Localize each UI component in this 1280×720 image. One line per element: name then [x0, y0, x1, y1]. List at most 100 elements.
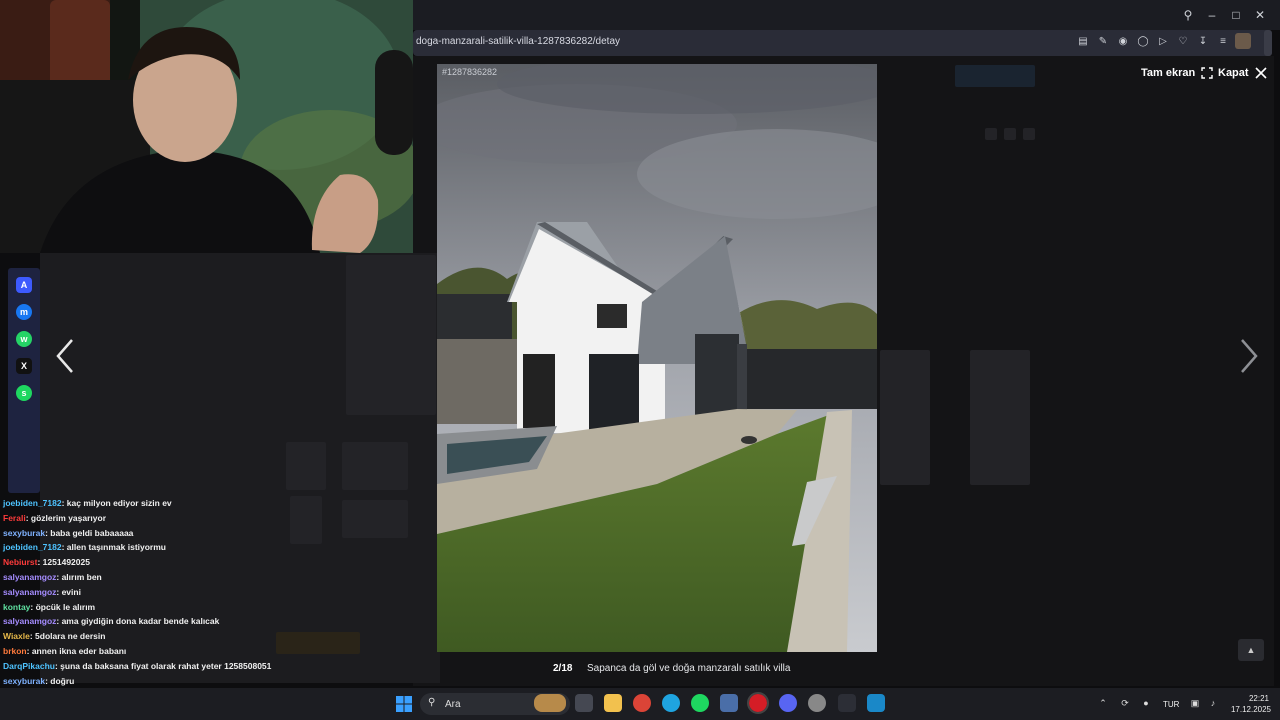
share-icon-backdrop [1023, 128, 1035, 140]
chat-username[interactable]: Wiaxle [3, 631, 30, 641]
chat-username[interactable]: kontay [3, 602, 30, 612]
stream-chat: joebiden_7182: kaç milyon ediyor sizin e… [0, 486, 300, 720]
fullscreen-label: Tam ekran [1141, 67, 1196, 79]
search-highlight-image [534, 694, 566, 712]
ad-backdrop [970, 350, 1030, 485]
thumbnail [342, 442, 408, 490]
chat-text: : 1251492025 [37, 557, 90, 568]
chrome-icon[interactable] [633, 694, 651, 712]
app-store-icon[interactable]: A [16, 277, 32, 293]
webcam-overlay [0, 0, 413, 253]
ad-backdrop [880, 350, 930, 485]
close-icon [1254, 67, 1267, 79]
chat-username[interactable]: joebiden_7182 [3, 542, 62, 552]
chat-text: : annen ikna eder babanı [26, 646, 127, 656]
obs-icon[interactable] [808, 694, 826, 712]
heart-icon[interactable]: ♡ [1176, 36, 1190, 47]
play-icon[interactable]: ▷ [1156, 36, 1170, 47]
discord-icon[interactable] [779, 694, 797, 712]
edge-icon[interactable] [662, 694, 680, 712]
close-lightbox-button[interactable]: Kapat [1218, 67, 1267, 79]
chevron-up-icon[interactable]: ⌃ [1097, 698, 1109, 709]
notepad-icon[interactable] [867, 694, 885, 712]
profile-avatar[interactable] [1235, 33, 1251, 49]
spotify-icon[interactable]: s [16, 385, 32, 401]
chat-message: Wiaxle: 5dolara ne dersin [3, 631, 105, 642]
chat-text: : öpcük le alırım [30, 601, 96, 612]
fullscreen-icon [1201, 67, 1213, 79]
chat-text: : allen taşınmak istiyormu [61, 542, 166, 553]
language-indicator[interactable]: TUR [1163, 700, 1179, 709]
chat-text: : ama giydiğin dona kadar bende kalıcak [56, 616, 220, 627]
chat-username[interactable]: Ferali [3, 513, 26, 523]
chat-message: salyanamgoz: alırım ben [3, 572, 102, 583]
photo-caption: Sapanca da göl ve doğa manzaralı satılık… [587, 663, 791, 674]
chat-text: : evini [56, 586, 81, 597]
edit-icon[interactable]: ✎ [1096, 36, 1110, 47]
scroll-top-button[interactable]: ▲ [1238, 639, 1264, 661]
social-share-bar [8, 268, 40, 493]
game-launcher-icon[interactable] [720, 694, 738, 712]
chat-message: salyanamgoz: ama giydiğin dona kadar ben… [3, 616, 219, 627]
microphone-icon[interactable]: ● [1140, 698, 1152, 708]
close-label: Kapat [1218, 67, 1249, 79]
shield-icon[interactable]: ◯ [1136, 36, 1150, 47]
task-view-icon[interactable] [575, 694, 593, 712]
split-view-icon[interactable]: ▤ [1076, 36, 1090, 47]
browser-search-icon[interactable]: ⚲ [1181, 8, 1195, 22]
chat-username[interactable]: sexyburak [3, 676, 45, 686]
network-icon[interactable]: ▣ [1189, 698, 1201, 709]
chat-text: : baba geldi babaaaaa [45, 527, 134, 538]
chevron-right-icon [1241, 339, 1258, 373]
menu-icon[interactable]: ≡ [1216, 36, 1230, 47]
chat-username[interactable]: brkon [3, 646, 27, 656]
volume-icon[interactable]: ♪ [1207, 698, 1219, 708]
settings-icon[interactable] [838, 694, 856, 712]
chat-message: brkon: annen ikna eder babanı [3, 646, 126, 657]
scrollbar[interactable] [1264, 30, 1272, 56]
main-photo-backdrop [346, 255, 436, 415]
previous-photo-button[interactable] [52, 336, 82, 376]
chat-username[interactable]: Nebiurst [3, 557, 37, 567]
chat-text: : doğru [45, 675, 75, 686]
photo-id-label: #1287836282 [442, 67, 498, 77]
villa-photo-illustration [437, 64, 877, 652]
opera-icon[interactable] [747, 692, 769, 714]
chevron-left-icon [56, 339, 73, 373]
x-icon[interactable]: X [16, 358, 32, 374]
chat-message: joebiden_7182: kaç milyon ediyor sizin e… [3, 498, 172, 509]
url-text[interactable]: doga-manzarali-satilik-villa-1287836282/… [416, 36, 620, 47]
webcam-illustration [0, 0, 413, 253]
chat-text: : 5dolara ne dersin [29, 631, 106, 642]
download-icon[interactable]: ↧ [1196, 36, 1210, 47]
share-icon-backdrop [985, 128, 997, 140]
chat-message: Nebiurst: 1251492025 [3, 557, 90, 568]
windows-start-icon[interactable] [396, 696, 412, 712]
next-photo-button[interactable] [1234, 336, 1264, 376]
file-explorer-icon[interactable] [604, 694, 622, 712]
close-window-icon[interactable]: ✕ [1253, 8, 1267, 22]
caption-bar [413, 658, 1274, 680]
maximize-icon[interactable]: □ [1229, 8, 1243, 22]
chat-message: DarqPikachu: şuna da baksana fiyat olara… [3, 661, 271, 672]
fullscreen-button[interactable]: Tam ekran [1141, 67, 1213, 79]
thumbnail [286, 442, 326, 490]
spotify-taskbar-icon[interactable] [691, 694, 709, 712]
chat-username[interactable]: salyanamgoz [3, 572, 56, 582]
thumbnail [342, 500, 408, 538]
minimize-icon[interactable]: – [1205, 8, 1219, 22]
clock-time[interactable]: 22:21 [1244, 694, 1274, 703]
whatsapp-icon[interactable]: w [16, 331, 32, 347]
chat-username[interactable]: sexyburak [3, 528, 45, 538]
clock-date[interactable]: 17.12.2025 [1228, 705, 1274, 714]
chat-message: salyanamgoz: evini [3, 587, 81, 598]
chat-username[interactable]: DarqPikachu [3, 661, 55, 671]
chat-text: : alırım ben [56, 572, 102, 582]
share-icon-backdrop [1004, 128, 1016, 140]
chat-username[interactable]: salyanamgoz [3, 587, 56, 597]
chat-username[interactable]: salyanamgoz [3, 616, 56, 626]
camera-icon[interactable]: ◉ [1116, 36, 1130, 47]
sync-icon[interactable]: ⟳ [1119, 698, 1131, 709]
chat-username[interactable]: joebiden_7182 [3, 498, 62, 508]
messenger-icon[interactable]: m [16, 304, 32, 320]
